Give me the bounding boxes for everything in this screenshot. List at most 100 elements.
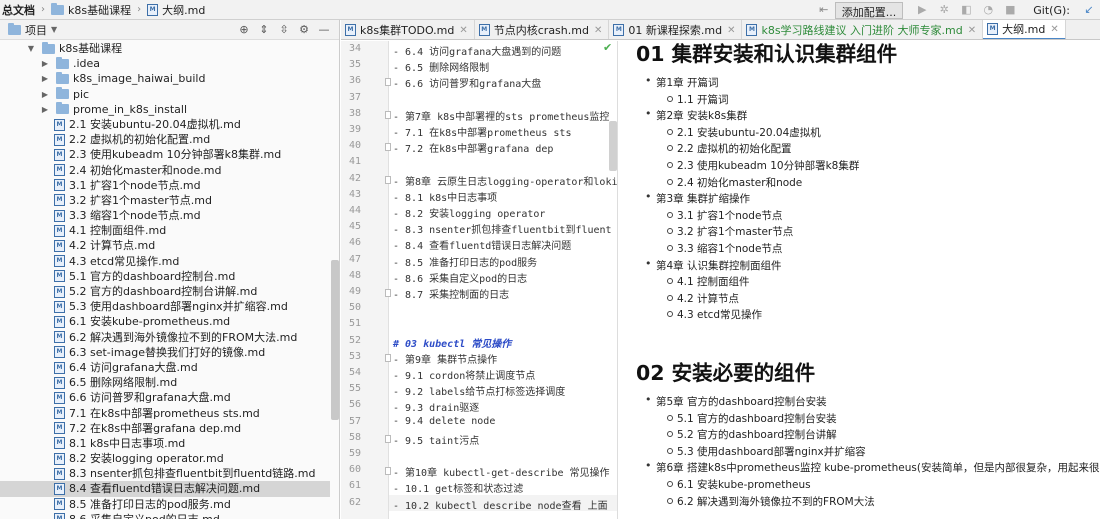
breadcrumb-file[interactable]: 大纲.md [162, 2, 205, 18]
tree-file-row[interactable]: M 5.3 使用dashboard部署nginx并扩缩容.md [0, 299, 330, 314]
tree-file-row[interactable]: M 2.3 使用kubeadm 10分钟部署k8集群.md [0, 147, 330, 162]
run-icon[interactable]: ▶ [916, 4, 928, 16]
expand-all-icon[interactable]: ⇕ [257, 23, 271, 37]
fold-marker-icon[interactable] [385, 110, 391, 119]
preview-lesson-item: 2.3 使用kubeadm 10分钟部署k8集群 [666, 160, 860, 172]
tree-file-row[interactable]: M 8.5 准备打印日志的pod服务.md [0, 497, 330, 512]
markdown-file-icon: M [54, 498, 65, 511]
close-icon[interactable]: ✕ [727, 25, 735, 36]
inspection-ok-icon[interactable]: ✔ [603, 41, 612, 54]
markdown-file-icon: M [54, 467, 65, 480]
minimize-icon[interactable]: — [317, 23, 331, 37]
project-scrollbar[interactable] [331, 260, 339, 420]
chevron-right-icon[interactable]: ▶ [40, 56, 50, 71]
code-line: - 9.4 delete node [393, 415, 496, 427]
editor-scrollbar[interactable] [609, 121, 617, 171]
editor-tab[interactable]: Mk8s集群TODO.md ✕ [341, 20, 475, 39]
tree-file-row[interactable]: M 2.4 初始化master和node.md [0, 163, 330, 178]
tree-file-row[interactable]: M 6.1 安装kube-prometheus.md [0, 314, 330, 329]
tree-item-label: .idea [73, 57, 101, 71]
chevron-right-icon[interactable]: ▶ [40, 102, 50, 117]
tree-item-label: 8.3 nsenter抓包排查fluentbit到fluentd链路.md [69, 467, 316, 481]
tree-file-row[interactable]: M 3.2 扩容1个master节点.md [0, 193, 330, 208]
close-icon[interactable]: ✕ [594, 25, 602, 36]
fold-marker-icon[interactable] [385, 434, 391, 443]
markdown-preview: 01 集群安装和认识集群组件第1章 开篇词 1.1 开篇词第2章 安装k8s集群 2… [619, 41, 1100, 519]
locate-file-icon[interactable]: ⊕ [237, 23, 251, 37]
tree-file-row[interactable]: M 4.2 计算节点.md [0, 238, 330, 253]
tree-file-row[interactable]: M 6.6 访问普罗和grafana大盘.md [0, 390, 330, 405]
tree-file-row[interactable]: M 3.1 扩容1个node节点.md [0, 178, 330, 193]
folder-icon [56, 102, 69, 115]
fold-marker-icon[interactable] [385, 78, 391, 87]
editor-tab[interactable]: M 节点内核crash.md ✕ [475, 20, 610, 39]
tree-folder-row[interactable]: ▶ k8s_image_haiwai_build [0, 71, 330, 86]
tree-file-row[interactable]: M 6.2 解决遇到海外镜像拉不到的FROM大法.md [0, 330, 330, 345]
tree-folder-row[interactable]: ▼ k8s基础课程 [0, 41, 330, 56]
debug-icon[interactable]: ✲ [938, 4, 950, 16]
gear-icon[interactable]: ⚙ [297, 23, 311, 37]
markdown-editor[interactable]: 34 35 36 37 38 39 40 41 42 43 44 45 46 47 48 49 50 51 52 53… [341, 41, 618, 519]
code-line: - 第8章 云原生日志logging-operator和loki [393, 176, 618, 188]
markdown-file-icon: M [987, 23, 999, 35]
close-icon[interactable]: ✕ [459, 25, 467, 36]
preview-heading: 02 安装必要的组件 [636, 361, 816, 385]
close-icon[interactable]: ✕ [1050, 24, 1058, 35]
editor-tab[interactable]: M 大纲.md ✕ [983, 20, 1066, 39]
tree-file-row[interactable]: M 8.4 查看fluentd错误日志解决问题.md [0, 481, 330, 497]
tree-file-row[interactable]: M 4.1 控制面组件.md [0, 223, 330, 238]
tree-file-row[interactable]: M 8.2 安装logging operator.md [0, 451, 330, 466]
chevron-right-icon[interactable]: ▶ [40, 71, 50, 86]
fold-marker-icon[interactable] [385, 175, 391, 184]
code-line: - 8.5 准备打印日志的pod服务 [393, 257, 538, 269]
breadcrumb-root[interactable]: 总文档 [2, 2, 35, 18]
tree-file-row[interactable]: M 6.3 set-image替换我们打好的镜像.md [0, 345, 330, 360]
git-update-icon[interactable]: ↙ [1083, 4, 1095, 16]
tree-file-row[interactable]: M 6.4 访问grafana大盘.md [0, 360, 330, 375]
chevron-right-icon[interactable]: ▶ [40, 87, 50, 102]
fold-marker-icon[interactable] [385, 467, 391, 476]
git-menu[interactable]: Git(G): [1033, 4, 1070, 17]
tree-folder-row[interactable]: ▶ .idea [0, 56, 330, 71]
preview-lesson-item: 4.1 控制面组件 [667, 276, 750, 289]
coverage-icon[interactable]: ◧ [960, 4, 972, 16]
editor-tab-label: k8s集群TODO.md [360, 24, 455, 37]
tree-folder-row[interactable]: ▶ prome_in_k8s_install [0, 102, 330, 117]
editor-tab[interactable]: M 01 新课程探索.md ✕ [609, 20, 743, 39]
tree-item-label: 5.2 官方的dashboard控制台讲解.md [69, 285, 258, 298]
add-configuration-button[interactable]: 添加配置... [834, 1, 904, 19]
chevron-down-icon[interactable]: ▼ [51, 25, 57, 34]
tree-file-row[interactable]: M 7.2 在k8s中部署grafana dep.md [0, 421, 330, 436]
chevron-down-icon[interactable]: ▼ [26, 41, 36, 56]
tree-file-row[interactable]: M 8.3 nsenter抓包排查fluentbit到fluentd链路.md [0, 466, 330, 481]
markdown-file-icon: M [54, 270, 65, 283]
line-number: 49 [348, 286, 361, 297]
tree-file-row[interactable]: M 7.1 在k8s中部署prometheus sts.md [0, 406, 330, 421]
tree-file-row[interactable]: M 2.1 安装ubuntu-20.04虚拟机.md [0, 117, 330, 132]
tree-file-row[interactable]: M 3.3 缩容1个node节点.md [0, 208, 330, 223]
breadcrumb-separator: › [137, 4, 142, 15]
profile-icon[interactable]: ◔ [982, 4, 994, 16]
close-icon[interactable]: ✕ [968, 25, 976, 36]
tree-file-row[interactable]: M 5.1 官方的dashboard控制台.md [0, 269, 330, 284]
project-view-selector[interactable]: 项目 [25, 22, 47, 38]
tree-item-label: 7.2 在k8s中部署grafana dep.md [69, 421, 242, 435]
code-line: - 9.2 labels给节点打标签选择调度 [393, 387, 566, 399]
tree-file-row[interactable]: M 8.6 采集自定义pod的日志.md [0, 512, 330, 519]
editor-tab[interactable]: Mk8s学习路线建议 入门进阶 大师专家.md ✕ [742, 20, 984, 39]
breadcrumb-folder[interactable]: k8s基础课程 [68, 2, 131, 18]
tree-file-row[interactable]: M 4.3 etcd常见操作.md [0, 254, 330, 269]
editor-tab-bar: Mk8s集群TODO.md ✕ M 节点内核crash.md ✕ M 01 新课程探索.md… [341, 20, 1100, 40]
fold-marker-icon[interactable] [385, 143, 391, 152]
tree-folder-row[interactable]: ▶ pic [0, 87, 330, 102]
collapse-all-icon[interactable]: ⇳ [277, 23, 291, 37]
line-number: 42 [348, 172, 361, 184]
fold-marker-icon[interactable] [385, 289, 391, 297]
tree-file-row[interactable]: M 8.1 k8s中日志事项.md [0, 436, 330, 451]
tree-file-row[interactable]: M 6.5 删除网络限制.md [0, 375, 330, 390]
tree-item-label: 3.1 扩容1个node节点.md [69, 178, 201, 192]
fold-marker-icon[interactable] [385, 353, 391, 362]
stop-icon[interactable]: ■ [1004, 4, 1016, 16]
tree-file-row[interactable]: M 2.2 虚拟机的初始化配置.md [0, 132, 330, 147]
tree-file-row[interactable]: M 5.2 官方的dashboard控制台讲解.md [0, 284, 330, 299]
